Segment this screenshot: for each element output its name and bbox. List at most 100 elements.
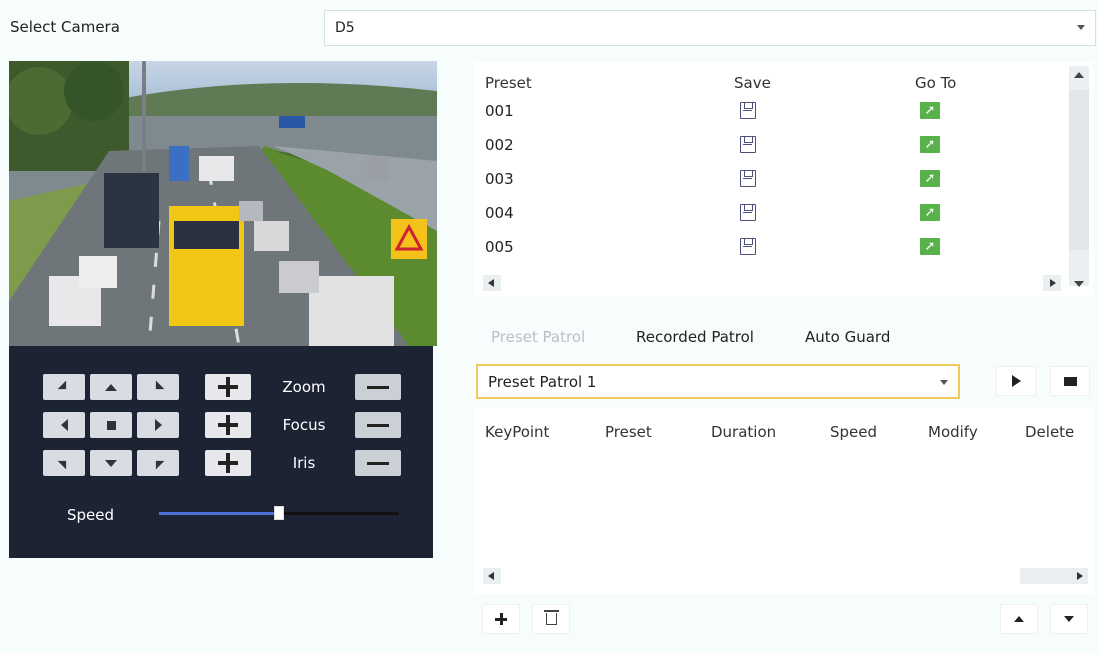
zoom-out-button[interactable] xyxy=(355,374,401,400)
play-icon xyxy=(1011,375,1021,387)
scroll-right-button[interactable] xyxy=(1070,568,1088,584)
go-to-arrow-icon[interactable]: ➚ xyxy=(920,170,940,187)
arrow-down-left-icon xyxy=(57,456,71,470)
preset-number: 003 xyxy=(485,170,514,188)
pan-up-left-button[interactable] xyxy=(43,374,85,400)
arrow-down-icon xyxy=(1064,616,1074,622)
pan-down-button[interactable] xyxy=(90,450,132,476)
patrol-select[interactable]: Preset Patrol 1 xyxy=(476,364,960,399)
preset-column-header: Preset xyxy=(605,423,652,441)
select-camera-label: Select Camera xyxy=(10,18,120,36)
pan-left-button[interactable] xyxy=(43,412,85,438)
pan-right-button[interactable] xyxy=(137,412,179,438)
minus-icon xyxy=(367,423,389,427)
arrow-up-icon xyxy=(105,383,117,391)
arrow-right-icon xyxy=(154,419,162,431)
modify-column-header: Modify xyxy=(928,423,978,441)
speed-slider[interactable] xyxy=(159,506,399,520)
tab-preset-patrol[interactable]: Preset Patrol xyxy=(491,328,585,346)
save-icon[interactable] xyxy=(740,170,756,187)
scroll-down-icon[interactable] xyxy=(1074,281,1084,287)
save-column-header: Save xyxy=(734,74,771,92)
focus-label: Focus xyxy=(261,412,347,438)
preset-row[interactable]: 001 ➚ xyxy=(485,102,1055,136)
minus-icon xyxy=(367,461,389,465)
arrow-up-icon xyxy=(1014,616,1024,622)
goto-column-header: Go To xyxy=(915,74,957,92)
scroll-left-button[interactable] xyxy=(483,568,501,584)
scroll-left-button[interactable] xyxy=(483,275,501,291)
speed-label: Speed xyxy=(67,506,115,524)
preset-row[interactable]: 003 ➚ xyxy=(485,170,1055,204)
preset-vertical-scrollbar[interactable] xyxy=(1069,66,1089,286)
preset-number: 002 xyxy=(485,136,514,154)
tab-auto-guard[interactable]: Auto Guard xyxy=(805,328,890,346)
arrow-down-right-icon xyxy=(151,456,165,470)
plus-icon xyxy=(218,453,238,473)
pan-up-right-button[interactable] xyxy=(137,374,179,400)
go-to-arrow-icon[interactable]: ➚ xyxy=(920,102,940,119)
move-up-button[interactable] xyxy=(1000,604,1038,634)
camera-select-value: D5 xyxy=(335,20,355,36)
patrol-select-value: Preset Patrol 1 xyxy=(488,372,597,391)
ptz-stop-button[interactable] xyxy=(90,412,132,438)
arrow-left-icon xyxy=(60,419,68,431)
iris-open-button[interactable] xyxy=(205,450,251,476)
trash-icon xyxy=(543,610,559,625)
scroll-right-button[interactable] xyxy=(1043,275,1061,291)
save-icon[interactable] xyxy=(740,238,756,255)
go-to-arrow-icon[interactable]: ➚ xyxy=(920,136,940,153)
add-keypoint-button[interactable] xyxy=(482,604,520,634)
speed-slider-fill xyxy=(159,512,279,515)
save-icon[interactable] xyxy=(740,204,756,221)
live-video-view[interactable] xyxy=(9,61,437,346)
delete-keypoint-button[interactable] xyxy=(532,604,570,634)
focus-far-button[interactable] xyxy=(355,412,401,438)
preset-number: 004 xyxy=(485,204,514,222)
keypoint-column-header: KeyPoint xyxy=(485,423,550,441)
start-patrol-button[interactable] xyxy=(996,366,1036,396)
arrow-up-right-icon xyxy=(151,380,165,394)
delete-column-header: Delete xyxy=(1025,423,1075,441)
ptz-control-panel: Zoom Focus Iris Speed xyxy=(9,346,433,558)
zoom-label: Zoom xyxy=(261,374,347,400)
stop-square-icon xyxy=(106,420,116,430)
zoom-in-button[interactable] xyxy=(205,374,251,400)
chevron-down-icon xyxy=(1077,25,1085,30)
pan-up-button[interactable] xyxy=(90,374,132,400)
chevron-down-icon xyxy=(940,380,948,385)
plus-icon xyxy=(218,415,238,435)
preset-table: Preset Save Go To 001 ➚ 002 ➚ 003 ➚ 004 … xyxy=(475,62,1093,296)
scrollbar-thumb[interactable] xyxy=(1069,90,1089,250)
preset-number: 005 xyxy=(485,238,514,256)
save-icon[interactable] xyxy=(740,136,756,153)
plus-icon xyxy=(218,377,238,397)
go-to-arrow-icon[interactable]: ➚ xyxy=(920,204,940,221)
add-icon xyxy=(495,613,507,625)
stop-patrol-button[interactable] xyxy=(1050,366,1090,396)
pan-down-right-button[interactable] xyxy=(137,450,179,476)
preset-row[interactable]: 005 ➚ xyxy=(485,238,1055,272)
iris-label: Iris xyxy=(261,450,347,476)
preset-row[interactable]: 002 ➚ xyxy=(485,136,1055,170)
arrow-down-icon xyxy=(105,459,117,467)
arrow-up-left-icon xyxy=(57,380,71,394)
preset-number: 001 xyxy=(485,102,514,120)
camera-select[interactable]: D5 xyxy=(324,10,1096,46)
focus-near-button[interactable] xyxy=(205,412,251,438)
preset-column-header: Preset xyxy=(485,74,532,92)
highway-traffic-image xyxy=(9,61,437,346)
move-down-button[interactable] xyxy=(1050,604,1088,634)
save-icon[interactable] xyxy=(740,102,756,119)
go-to-arrow-icon[interactable]: ➚ xyxy=(920,238,940,255)
tab-recorded-patrol[interactable]: Recorded Patrol xyxy=(636,328,754,346)
speed-column-header: Speed xyxy=(830,423,878,441)
scroll-up-icon[interactable] xyxy=(1074,72,1084,78)
iris-close-button[interactable] xyxy=(355,450,401,476)
pan-down-left-button[interactable] xyxy=(43,450,85,476)
preset-row[interactable]: 004 ➚ xyxy=(485,204,1055,238)
stop-icon xyxy=(1063,376,1077,386)
keypoint-table: KeyPoint Preset Duration Speed Modify De… xyxy=(475,408,1093,594)
speed-slider-thumb[interactable] xyxy=(274,506,284,520)
duration-column-header: Duration xyxy=(711,423,777,441)
